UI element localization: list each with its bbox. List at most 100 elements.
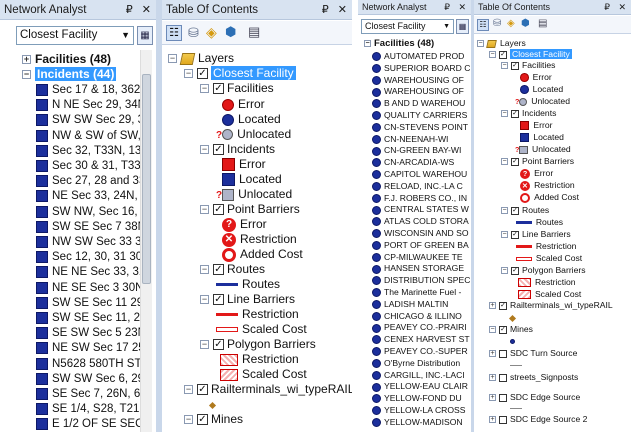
visibility-checkbox[interactable]: ✓ <box>213 264 224 276</box>
collapse-minus-icon[interactable]: − <box>200 295 209 305</box>
chevron-down-icon[interactable]: ▼ <box>443 20 450 33</box>
facility-list-item[interactable]: PEAVEY CO.-PRAIRI <box>372 322 470 333</box>
polygon-barriers-restriction-class[interactable]: Restriction <box>518 277 576 288</box>
incident-list-item[interactable]: Sec 30 & 31, T33N, 1 <box>36 159 140 173</box>
list-by-drawing-order-icon[interactable]: ☷ <box>166 25 182 41</box>
visibility-checkbox[interactable]: ✓ <box>511 230 519 239</box>
visibility-checkbox[interactable]: ✓ <box>197 384 208 396</box>
routes-sublayer[interactable]: − ✓ Routes <box>501 205 549 215</box>
list-by-selection-icon[interactable]: ⬢ <box>521 19 530 29</box>
incident-list-item[interactable]: Sec 27, 28 and 33, T <box>36 174 140 188</box>
railterminals-symbol[interactable] <box>208 398 219 412</box>
facility-list-item[interactable]: WISCONSIN AND SO <box>372 228 470 239</box>
facilities-unlocated-class[interactable]: ? Unlocated <box>216 127 291 143</box>
facility-list-item[interactable]: AUTOMATED PROD <box>372 51 470 62</box>
facilities-sublayer[interactable]: − ✓ Facilities <box>200 81 274 95</box>
sdc-turn-source-layer[interactable]: + SDC Turn Source <box>489 348 577 358</box>
right-na-analysis-combo[interactable]: Closest Facility ▼ <box>361 19 454 34</box>
facilities-sublayer[interactable]: − ✓ Facilities <box>501 60 555 70</box>
visibility-checkbox[interactable]: ✓ <box>511 61 519 70</box>
chevron-down-icon[interactable]: ▼ <box>121 27 130 44</box>
expand-plus-icon[interactable]: + <box>22 55 31 65</box>
collapse-minus-icon[interactable]: − <box>501 110 508 118</box>
facility-list-item[interactable]: CARGILL, INC.-LACI <box>372 370 470 381</box>
list-by-selection-icon[interactable]: ⬢ <box>225 25 236 38</box>
railterminals-layer[interactable]: + ✓ Railterminals_wi_typeRAIL <box>489 300 613 310</box>
facility-list-item[interactable]: O'Byrne Distribution <box>372 358 470 369</box>
list-by-source-icon[interactable]: ⛁ <box>188 26 199 39</box>
left-na-window-button[interactable]: ▦ <box>137 26 153 45</box>
incident-list-item[interactable]: SE SW Sec 5 23N 2W <box>36 326 140 340</box>
facility-list-item[interactable]: CN-GREEN BAY-WI <box>372 145 470 156</box>
routes-sublayer[interactable]: − ✓ Routes <box>200 262 265 276</box>
visibility-checkbox[interactable]: ✓ <box>197 68 208 80</box>
facility-list-item[interactable]: WAREHOUSING OF <box>372 75 470 86</box>
facility-list-item[interactable]: CENEX HARVEST ST <box>372 334 470 345</box>
line-barriers-restriction-class[interactable]: Restriction <box>216 307 299 321</box>
point-barriers-added-cost-class[interactable]: Added Cost <box>520 192 579 203</box>
incident-list-item[interactable]: SE Sec 7, 26N, 6W, S <box>36 387 140 401</box>
list-by-visibility-icon[interactable]: ◈ <box>206 25 217 39</box>
incident-list-item[interactable]: E 1/2 OF SE SEC 1 <box>36 417 140 431</box>
facility-list-item[interactable]: B AND D WAREHOU <box>372 98 470 109</box>
collapse-minus-icon[interactable]: − <box>501 62 508 70</box>
visibility-checkbox[interactable]: ✓ <box>213 339 224 351</box>
collapse-minus-icon[interactable]: − <box>477 40 484 48</box>
line-barriers-scaled-cost-class[interactable]: Scaled Cost <box>516 253 582 263</box>
incident-list-item[interactable]: SW NW, Sec 16, 19N <box>36 205 140 219</box>
list-by-visibility-icon[interactable]: ◈ <box>507 19 515 29</box>
expand-plus-icon[interactable]: + <box>489 394 496 402</box>
incidents-located-class[interactable]: Located <box>520 132 564 143</box>
visibility-checkbox[interactable]: ✓ <box>197 414 208 426</box>
polygon-barriers-sublayer[interactable]: − ✓ Polygon Barriers <box>200 337 316 351</box>
left-toc-window-buttons[interactable]: ₽ ✕ <box>322 0 350 20</box>
incident-list-item[interactable]: SE 1/4, S28, T21N, R <box>36 402 140 416</box>
options-icon[interactable]: ▤ <box>248 25 260 38</box>
point-barriers-error-class[interactable]: ? Error <box>520 168 553 179</box>
left-na-facilities-node[interactable]: + Facilities (48) <box>22 52 111 67</box>
polygon-barriers-scaled-cost-class[interactable]: Scaled Cost <box>220 367 307 381</box>
incident-list-item[interactable]: SW SW Sec 6, 29N, 1 <box>36 372 140 386</box>
line-barriers-scaled-cost-class[interactable]: Scaled Cost <box>216 322 307 336</box>
closest-facility-layer[interactable]: − ✓ Closest Facility <box>489 49 572 59</box>
right-na-window-buttons[interactable]: ₽ ✕ <box>444 0 469 15</box>
collapse-minus-icon[interactable]: − <box>501 158 508 166</box>
visibility-checkbox[interactable]: ✓ <box>511 206 519 215</box>
visibility-checkbox[interactable]: ✓ <box>213 83 224 95</box>
facilities-error-class[interactable]: Error <box>520 72 552 83</box>
left-na-window-buttons[interactable]: ₽ ✕ <box>126 0 154 20</box>
incident-list-item[interactable]: Sec 17 & 18, 362 25 <box>36 83 140 97</box>
railterminals-layer[interactable]: − ✓ Railterminals_wi_typeRAIL <box>184 382 352 396</box>
streets-signposts-layer[interactable]: + streets_Signposts <box>489 372 578 382</box>
facility-list-item[interactable]: QUALITY CARRIERS <box>372 110 470 121</box>
facilities-located-class[interactable]: Located <box>222 112 281 126</box>
collapse-minus-icon[interactable]: − <box>200 265 209 275</box>
left-na-scroll-thumb[interactable] <box>142 74 151 284</box>
collapse-minus-icon[interactable]: − <box>184 69 193 79</box>
facility-list-item[interactable]: YELLOW-MADISON <box>372 417 470 428</box>
visibility-checkbox[interactable]: ✓ <box>499 50 507 59</box>
facilities-unlocated-class[interactable]: ? Unlocated <box>515 96 570 107</box>
right-na-facilities-node[interactable]: − Facilities (48) <box>364 38 434 49</box>
collapse-minus-icon[interactable]: − <box>184 415 193 425</box>
incident-list-item[interactable]: Sec 32, T33N, 13W, 7 <box>36 144 140 158</box>
incident-list-item[interactable]: SW SE Sec 11, 25N, 1 <box>36 311 140 325</box>
expand-plus-icon[interactable]: + <box>489 374 496 382</box>
incidents-sublayer[interactable]: − ✓ Incidents <box>501 108 556 118</box>
routes-class[interactable]: Routes <box>516 217 563 227</box>
collapse-minus-icon[interactable]: − <box>501 207 508 215</box>
facility-list-item[interactable]: YELLOW-LA CROSS <box>372 405 470 416</box>
incidents-error-class[interactable]: Error <box>520 120 552 131</box>
facility-list-item[interactable]: YELLOW-EAU CLAIR <box>372 381 470 392</box>
facility-list-item[interactable]: PORT OF GREEN BA <box>372 240 470 251</box>
expand-plus-icon[interactable]: + <box>489 416 496 424</box>
list-by-source-icon[interactable]: ⛁ <box>493 19 501 29</box>
options-icon[interactable]: ▤ <box>538 19 547 29</box>
point-barriers-restriction-class[interactable]: ✕ Restriction <box>222 232 297 247</box>
incidents-error-class[interactable]: Error <box>222 157 266 172</box>
sdc-turn-source-symbol[interactable] <box>510 360 526 370</box>
facility-list-item[interactable]: HANSEN STORAGE <box>372 263 470 274</box>
point-barriers-added-cost-class[interactable]: Added Cost <box>222 247 303 262</box>
incident-list-item[interactable]: NE SE Sec 3 30N 10W <box>36 281 140 295</box>
visibility-checkbox[interactable]: ✓ <box>511 157 519 166</box>
